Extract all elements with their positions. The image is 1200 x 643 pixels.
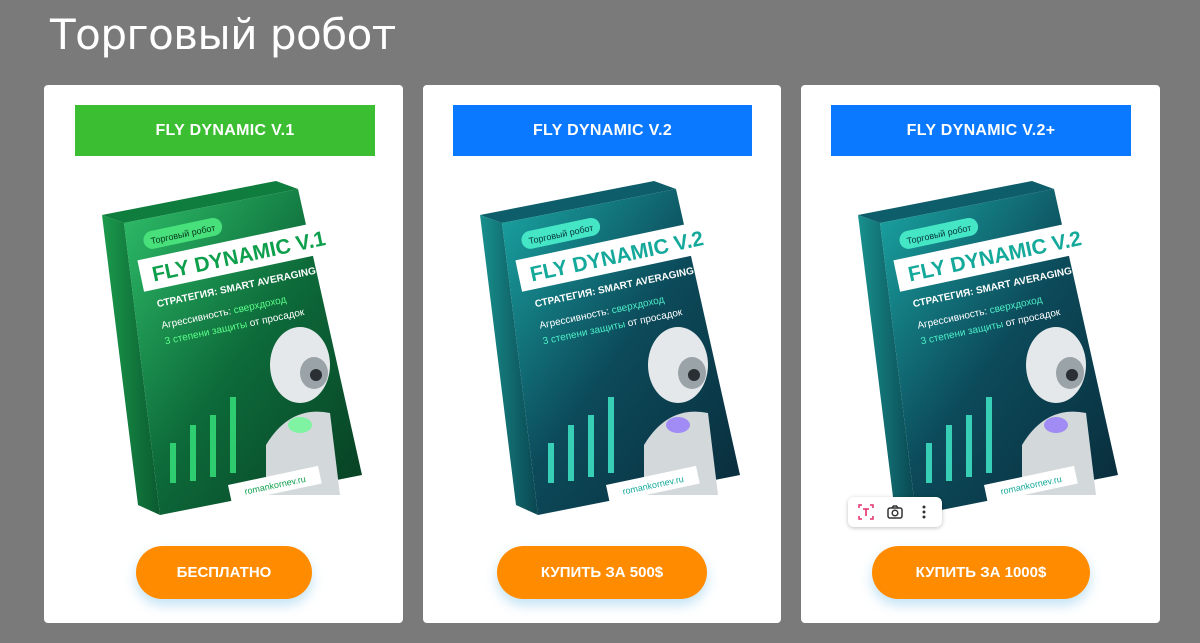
product-card-v1: FLY DYNAMIC V.1 Торговый робот FLY DYNAM… bbox=[44, 85, 403, 623]
product-label: FLY DYNAMIC V.1 bbox=[75, 105, 375, 156]
page-title: Торговый робот bbox=[50, 10, 396, 59]
image-overlay-toolbar bbox=[848, 497, 942, 527]
product-card-v2: FLY DYNAMIC V.2 Торговый робот FLY DYNAM… bbox=[423, 85, 781, 623]
product-label: FLY DYNAMIC V.2 bbox=[453, 105, 752, 156]
buy-1000-button[interactable]: КУПИТЬ ЗА 1000$ bbox=[872, 546, 1090, 599]
more-vertical-icon[interactable] bbox=[912, 500, 936, 524]
text-select-icon[interactable] bbox=[854, 500, 878, 524]
product-box-image: Торговый робот FLY DYNAMIC V.2 СТРАТЕГИЯ… bbox=[458, 175, 740, 535]
product-box-image: Торговый робот FLY DYNAMIC V.1 СТРАТЕГИЯ… bbox=[80, 175, 362, 535]
product-label: FLY DYNAMIC V.2+ bbox=[831, 105, 1131, 156]
camera-icon[interactable] bbox=[883, 500, 907, 524]
buy-500-button[interactable]: КУПИТЬ ЗА 500$ bbox=[497, 546, 707, 599]
free-button[interactable]: БЕСПЛАТНО bbox=[136, 546, 312, 599]
product-box-image: Торговый робот FLY DYNAMIC V.2 СТРАТЕГИЯ… bbox=[836, 175, 1118, 535]
product-card-v2-plus: FLY DYNAMIC V.2+ Торговый робот FLY DYNA… bbox=[801, 85, 1160, 623]
